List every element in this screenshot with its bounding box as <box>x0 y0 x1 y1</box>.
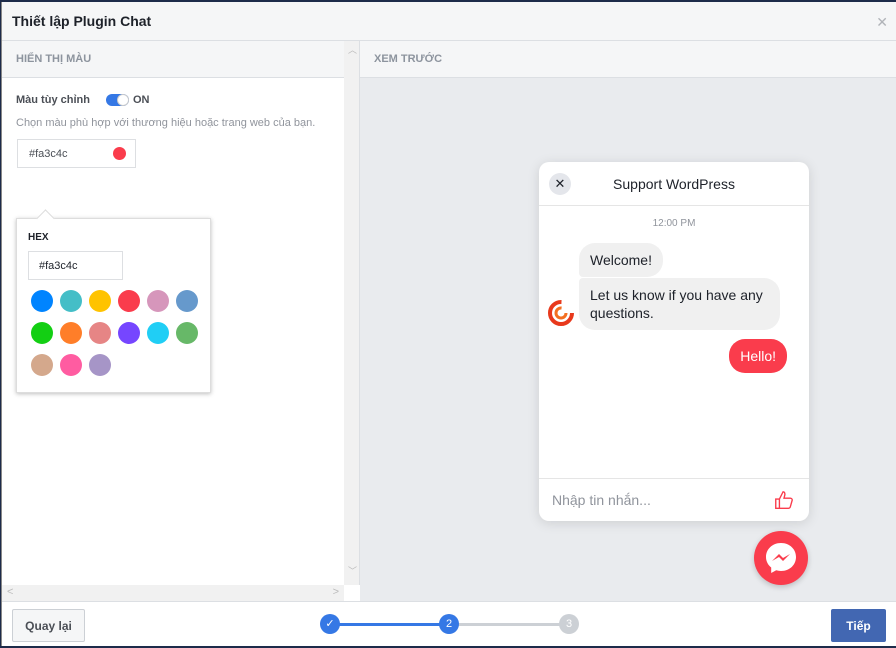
toggle-knob <box>116 94 129 106</box>
custom-color-label: Màu tùy chỉnh <box>16 94 90 106</box>
preview-section-title: XEM TRƯỚC <box>360 41 896 78</box>
step-1[interactable]: ✓ <box>320 614 340 634</box>
color-swatch[interactable] <box>118 290 140 312</box>
dialog-title: Thiết lập Plugin Chat <box>12 13 152 29</box>
color-input[interactable]: #fa3c4c <box>17 139 136 168</box>
chat-widget-preview: ✕ Support WordPress 12:00 PM Welcome! Le… <box>539 162 809 521</box>
color-swatch[interactable] <box>147 322 169 344</box>
color-preview-dot <box>113 147 126 160</box>
color-swatch[interactable] <box>176 322 198 344</box>
vertical-scrollbar[interactable]: ︿ ﹀ <box>344 41 360 585</box>
color-swatch[interactable] <box>31 354 53 376</box>
section-title: HIỂN THỊ MÀU <box>2 41 344 78</box>
messenger-icon <box>766 543 796 573</box>
color-swatch[interactable] <box>60 322 82 344</box>
message-bubble: Let us know if you have any questions. <box>579 278 780 330</box>
close-icon[interactable]: ✕ <box>876 14 888 31</box>
horizontal-scrollbar[interactable]: < > <box>2 585 344 601</box>
custom-color-row: Màu tùy chỉnh ON <box>16 94 149 106</box>
stepper-connector <box>330 623 449 626</box>
stepper-connector <box>449 623 569 626</box>
color-swatch[interactable] <box>176 290 198 312</box>
color-swatch[interactable] <box>60 354 82 376</box>
next-button[interactable]: Tiếp <box>831 609 886 642</box>
color-swatch[interactable] <box>31 290 53 312</box>
color-settings-panel: HIỂN THỊ MÀU Màu tùy chỉnh ON Chọn màu p… <box>2 41 344 585</box>
swatch-grid <box>31 290 211 376</box>
chat-timestamp: 12:00 PM <box>652 218 696 229</box>
custom-color-toggle[interactable] <box>105 94 129 106</box>
color-swatch[interactable] <box>89 290 111 312</box>
color-swatch[interactable] <box>147 290 169 312</box>
thumbs-up-icon[interactable] <box>773 489 795 511</box>
toggle-state-label: ON <box>132 94 150 106</box>
color-swatch[interactable] <box>89 354 111 376</box>
plugin-chat-setup-dialog: Thiết lập Plugin Chat ✕ HIỂN THỊ MÀU Màu… <box>1 2 896 646</box>
message-bubble: Welcome! <box>579 243 663 277</box>
chat-composer: Nhập tin nhắn... <box>539 478 809 521</box>
step-3[interactable]: 3 <box>559 614 579 634</box>
scroll-left-icon[interactable]: < <box>7 586 13 598</box>
user-message-bubble: Hello! <box>729 339 787 373</box>
hex-input[interactable] <box>28 251 123 280</box>
color-value: #fa3c4c <box>29 148 68 160</box>
progress-stepper: ✓ 2 3 <box>320 614 580 634</box>
preview-panel: XEM TRƯỚC ✕ Support WordPress 12:00 PM W… <box>360 41 896 601</box>
color-swatch[interactable] <box>89 322 111 344</box>
chat-title: Support WordPress <box>613 176 735 192</box>
scroll-up-icon[interactable]: ︿ <box>348 43 357 56</box>
step-2[interactable]: 2 <box>439 614 459 634</box>
dialog-footer: Quay lại ✓ 2 3 Tiếp <box>2 601 896 646</box>
scroll-down-icon[interactable]: ﹀ <box>348 564 357 577</box>
dialog-header: Thiết lập Plugin Chat ✕ <box>2 2 896 41</box>
messenger-launcher-button[interactable] <box>754 531 808 585</box>
chat-header: ✕ Support WordPress <box>539 162 809 206</box>
color-swatch[interactable] <box>118 322 140 344</box>
hex-label: HEX <box>28 232 49 243</box>
color-swatch[interactable] <box>60 290 82 312</box>
color-picker-popover: HEX <box>16 218 211 393</box>
back-button[interactable]: Quay lại <box>12 609 85 642</box>
helper-text: Chọn màu phù hợp với thương hiệu hoặc tr… <box>16 117 316 129</box>
scroll-right-icon[interactable]: > <box>333 586 339 598</box>
color-swatch[interactable] <box>31 322 53 344</box>
page-avatar-icon <box>548 300 574 326</box>
message-input[interactable]: Nhập tin nhắn... <box>552 492 651 508</box>
